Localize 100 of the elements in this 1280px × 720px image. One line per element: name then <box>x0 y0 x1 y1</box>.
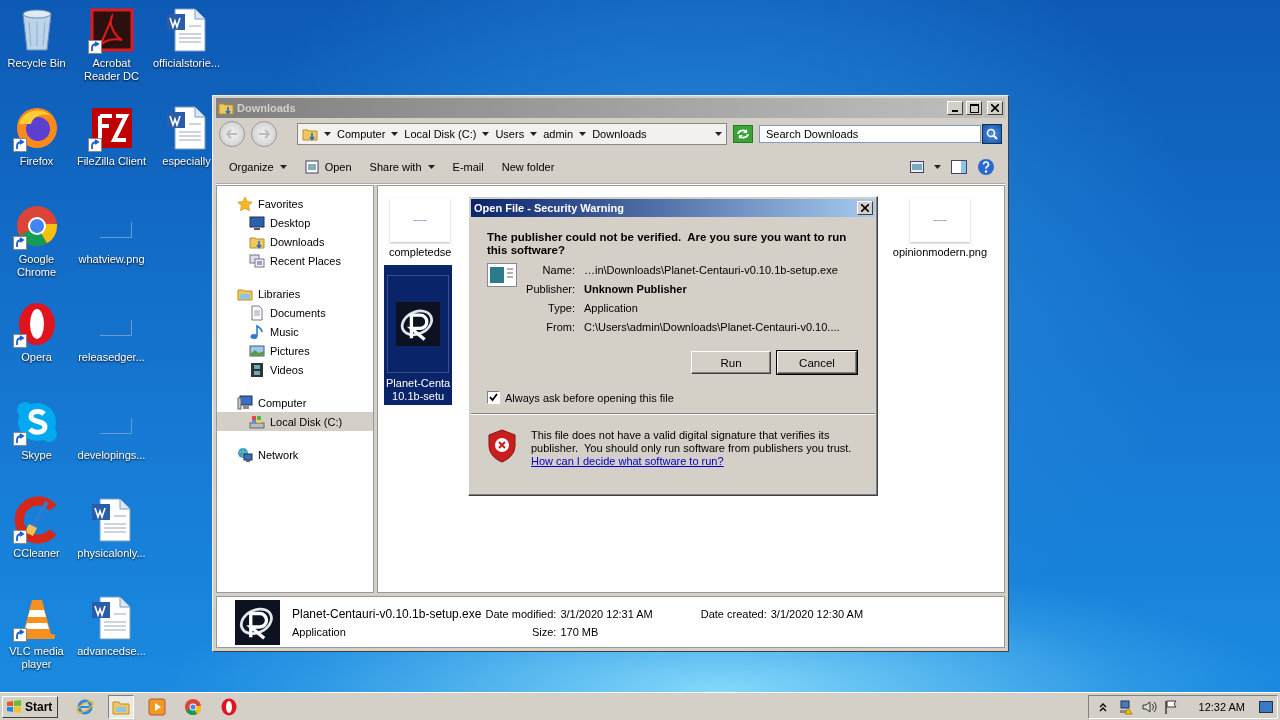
app-logo-icon <box>235 599 280 645</box>
file-item[interactable]: Planet-Centa 10.1b-setu <box>384 265 453 405</box>
start-button[interactable]: Start <box>2 695 59 718</box>
detail-value: 3/1/2020 12:30 AM <box>770 607 864 620</box>
close-button[interactable] <box>987 101 1003 115</box>
search-button[interactable] <box>982 124 1002 144</box>
flag-icon[interactable] <box>1162 698 1179 715</box>
file-item[interactable]: opinionmodern.png <box>891 196 988 261</box>
icon-label[interactable]: releasedger... <box>78 351 145 364</box>
nav-item[interactable]: Pictures <box>217 341 373 360</box>
icon-label[interactable]: officialstorie... <box>152 57 221 70</box>
icon-label[interactable]: Opera <box>21 351 52 364</box>
open-icon <box>304 159 319 174</box>
nav-item[interactable]: Documents <box>217 303 373 322</box>
detail-value: 170 MB <box>560 625 600 638</box>
icon-label[interactable]: Google Chrome <box>1 253 72 279</box>
toolbar-button[interactable]: New folder <box>494 157 562 176</box>
field-value: C:\Users\admin\Downloads\Planet-Centauri-v0.10.... <box>584 321 840 333</box>
file-item[interactable]: completedse <box>388 196 453 261</box>
nav-item[interactable]: Downloads <box>217 232 373 251</box>
detail-label: Size: <box>530 625 557 638</box>
minimize-button[interactable] <box>947 101 963 115</box>
nav-item[interactable]: Libraries <box>217 284 373 303</box>
breadcrumb-item[interactable]: Local Disk (C:) <box>404 128 477 140</box>
image-thumbnail-icon <box>390 198 451 242</box>
network-globe-icon <box>237 446 253 463</box>
document-icon <box>249 304 265 321</box>
checkbox[interactable] <box>487 391 500 404</box>
warning-text: This file does not have a valid digital signature that verifies its publisher. You should only run software from publishers you trust. <box>531 429 853 455</box>
icon-label[interactable]: physicalonly... <box>77 547 146 560</box>
icon-label[interactable]: VLC media player <box>1 645 72 671</box>
taskbar-button[interactable] <box>108 694 135 719</box>
network-icon[interactable] <box>1118 698 1135 715</box>
nav-item[interactable]: Computer <box>217 393 373 412</box>
nav-item[interactable]: Music <box>217 322 373 341</box>
field-value: …in\Downloads\Planet-Centauri-v0.10.1b-setup.exe <box>584 264 839 276</box>
icon-label[interactable]: advancedse... <box>77 645 146 658</box>
internet-explorer-icon <box>76 697 95 716</box>
icon-label[interactable]: CCleaner <box>13 547 60 560</box>
caret-icon <box>482 132 490 136</box>
icon-label[interactable]: Skype <box>21 449 52 462</box>
file-name: Planet-Centauri-v0.10.1b-setup.exe <box>292 606 482 621</box>
field-label: Name: <box>541 264 575 276</box>
toolbar-button[interactable]: E-mail <box>445 157 491 176</box>
detail-value: 3/1/2020 12:31 AM <box>560 607 653 620</box>
detail-label: Date modified: <box>485 607 557 620</box>
maximize-button[interactable] <box>966 101 982 115</box>
close-icon <box>991 104 999 112</box>
checkmark-icon <box>489 393 498 402</box>
application-file-icon <box>487 263 517 287</box>
star-icon <box>237 195 253 212</box>
show-desktop-icon[interactable] <box>1259 700 1273 713</box>
media-player-icon <box>148 697 167 716</box>
icon-label[interactable]: Recycle Bin <box>7 57 66 70</box>
breadcrumb-item[interactable]: Downloads <box>592 128 647 140</box>
nav-item[interactable]: Network <box>217 445 373 464</box>
image-thumbnail-icon <box>909 198 970 242</box>
preview-pane-icon[interactable] <box>951 159 967 174</box>
breadcrumb-item[interactable]: admin <box>543 128 574 140</box>
monitor-icon <box>249 214 265 231</box>
help-link[interactable]: How can I decide what software to run? <box>531 455 724 467</box>
toolbar-button[interactable]: Organize <box>222 157 294 176</box>
icon-label[interactable]: whatview.png <box>78 253 145 266</box>
nav-item[interactable]: Favorites <box>217 194 373 213</box>
refresh-button[interactable] <box>733 125 753 143</box>
toolbar-button[interactable]: Share with <box>362 157 442 176</box>
dialog-heading: The publisher could not be verified. Are you sure you want to run this software? <box>487 231 848 257</box>
icon-label[interactable]: developings... <box>77 449 146 462</box>
breadcrumb-item[interactable]: Users <box>495 128 525 140</box>
opera-icon <box>220 697 239 716</box>
nav-item[interactable]: Recent Places <box>217 251 373 270</box>
dialog-button[interactable]: Run <box>691 351 771 374</box>
icon-label[interactable]: Firefox <box>19 155 54 168</box>
view-icon[interactable] <box>910 160 924 173</box>
dropdown-caret-icon <box>715 132 722 136</box>
breadcrumb-item[interactable]: Computer <box>337 128 386 140</box>
back-arrow-icon <box>226 129 238 139</box>
icon-label[interactable]: FileZilla Client <box>76 155 147 168</box>
toolbar-button[interactable]: Open <box>297 156 359 177</box>
maximize-icon <box>969 103 979 113</box>
film-strip-icon <box>249 361 265 378</box>
clock[interactable]: 12:32 AM <box>1198 700 1245 713</box>
caret-icon <box>934 164 941 169</box>
dialog-title: Open File - Security Warning <box>474 202 625 214</box>
icon-label[interactable]: especially <box>162 155 211 168</box>
help-icon[interactable] <box>977 157 995 176</box>
dialog-button[interactable]: Cancel <box>777 351 857 374</box>
close-button[interactable] <box>857 201 873 215</box>
checkbox-label[interactable]: Always ask before opening this file <box>505 391 674 404</box>
music-note-icon <box>249 323 265 340</box>
icon-label[interactable]: Acrobat Reader DC <box>76 57 147 83</box>
caret-icon <box>579 132 587 136</box>
search-icon <box>986 128 998 140</box>
address-bar[interactable]: Computer Local Disk (C:) Users admin Downloads <box>297 123 727 145</box>
nav-item[interactable]: Desktop <box>217 213 373 232</box>
nav-item[interactable]: Videos <box>217 360 373 379</box>
field-value: Unknown Publisher <box>584 283 688 295</box>
speaker-icon[interactable] <box>1140 698 1157 715</box>
nav-item[interactable]: Local Disk (C:) <box>217 412 373 431</box>
field-label: From: <box>545 321 575 333</box>
